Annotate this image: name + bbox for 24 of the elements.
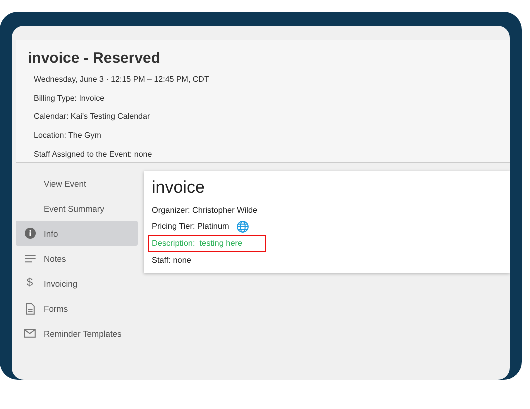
event-detail: Billing Type: Invoice [33, 92, 106, 105]
document-icon [26, 302, 34, 314]
info-line: Organizer: Christopher Wilde [152, 204, 258, 217]
info-line: Description: testing here [149, 236, 265, 251]
sidebar-item[interactable]: View Event [16, 171, 138, 196]
event-detail: Staff Assigned to the Event: none [33, 148, 154, 161]
lines-icon [24, 254, 36, 262]
sidebar-item[interactable]: Forms [16, 296, 138, 321]
sidebar-item[interactable]: Reminder Templates [16, 321, 138, 346]
event-detail: Wednesday, June 3 · 12:15 PM – 12:45 PM, CDT [33, 74, 210, 86]
info-icon [24, 228, 36, 239]
sidebar-item[interactable]: Info [16, 221, 138, 246]
info-line: Staff: none [152, 254, 192, 267]
sidebar-item[interactable]: Event Summary [16, 196, 138, 221]
event-detail: Location: The Gym [33, 130, 102, 142]
card-title: invoice [152, 178, 206, 198]
sidebar-item[interactable]: $ Invoicing [16, 271, 138, 296]
globe-icon [237, 220, 250, 233]
event-title: invoice - Reserved [28, 50, 162, 67]
event-detail: Calendar: Kai's Testing Calendar [33, 111, 152, 124]
mail-icon [24, 329, 36, 338]
dollar-icon: $ [26, 278, 34, 289]
info-line: Pricing Tier: Platinum [152, 221, 230, 234]
sidebar-item[interactable]: Notes [16, 246, 138, 271]
